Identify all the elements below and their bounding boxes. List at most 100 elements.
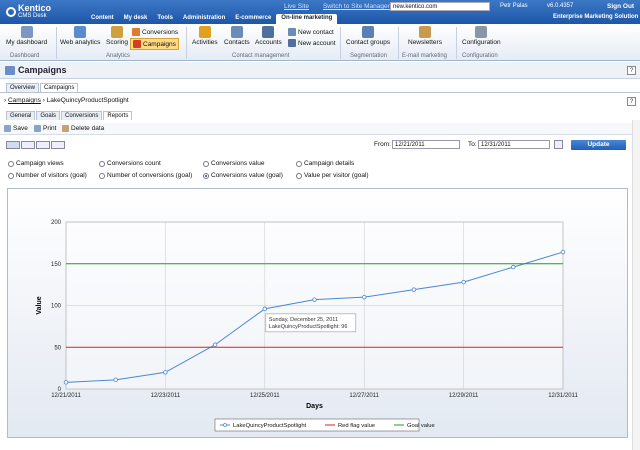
contacts-button[interactable]: Contacts	[224, 26, 250, 46]
newsletters-icon	[418, 26, 431, 38]
version-label: v6.0.4357	[547, 3, 574, 9]
save-button[interactable]: Save	[4, 125, 28, 132]
scoring-icon	[111, 26, 124, 38]
campaigns-button[interactable]: Campaigns	[130, 38, 179, 50]
radio-number-of-conversions[interactable]: Number of conversions (goal)	[99, 172, 192, 179]
delete-data-button[interactable]: Delete data	[62, 125, 104, 132]
web-analytics-button[interactable]: Web analytics	[60, 26, 100, 46]
view-grid-icon[interactable]	[6, 141, 20, 149]
view-list-icon[interactable]	[21, 141, 35, 149]
data-point	[312, 297, 317, 302]
new-account-button[interactable]: New account	[286, 38, 338, 48]
y-tick-label: 200	[51, 220, 62, 226]
activities-button[interactable]: Activities	[192, 26, 218, 46]
delete-icon	[62, 125, 69, 132]
breadcrumb-current: LakeQuincyProductSpotlight	[46, 97, 129, 104]
kentico-logo-icon	[6, 7, 16, 17]
to-date-input[interactable]: 12/31/2011	[478, 140, 550, 149]
x-tick-label: 12/31/2011	[548, 393, 578, 399]
chart-panel: 0 50 100 150 200 12/21/2011 12/23/2011 12/25/20…	[7, 188, 628, 438]
save-icon	[4, 125, 11, 132]
page-header: Campaigns ?	[0, 62, 640, 79]
contact-groups-button[interactable]: Contact groups	[346, 26, 390, 46]
product-label: Enterprise Marketing Solution	[553, 14, 639, 20]
legend-entry: LakeQuincyProductSpotlight	[233, 423, 307, 429]
help-icon[interactable]: ?	[627, 66, 636, 75]
group-label-segmentation: Segmentation	[350, 53, 388, 59]
tab-conversions[interactable]: Conversions	[61, 111, 103, 120]
ribbon: My dashboard Web analytics Scoring Conve…	[0, 24, 640, 61]
x-tick-label: 12/29/2011	[449, 393, 479, 399]
x-tick-label: 12/27/2011	[349, 393, 379, 399]
sign-out-link[interactable]: Sign Out	[607, 3, 634, 10]
tab-overview[interactable]: Overview	[6, 83, 40, 92]
view-tile-icon[interactable]	[51, 141, 65, 149]
new-account-icon	[288, 39, 296, 47]
group-label-email-marketing: E-mail marketing	[402, 53, 448, 59]
tab-reports[interactable]: Reports	[103, 111, 133, 120]
scoring-button[interactable]: Scoring	[106, 26, 128, 46]
data-point	[362, 294, 367, 300]
page-title: Campaigns	[18, 65, 67, 75]
accounts-button[interactable]: Accounts	[255, 26, 282, 46]
radio-conversions-value-goal[interactable]: Conversions value (goal)	[203, 172, 283, 179]
print-icon	[34, 125, 41, 132]
tab-general[interactable]: General	[6, 111, 36, 120]
x-tick-label: 12/25/2011	[250, 393, 280, 399]
data-point	[163, 370, 168, 375]
radio-number-of-visitors[interactable]: Number of visitors (goal)	[8, 172, 87, 179]
tab-campaigns[interactable]: Campaigns	[40, 83, 79, 92]
top-bar: Kentico CMS Desk Live Site Switch to Sit…	[0, 0, 640, 24]
view-switcher	[6, 141, 65, 149]
tab-my-desk[interactable]: My desk	[119, 14, 153, 24]
radio-campaign-details[interactable]: Campaign details	[296, 160, 354, 167]
radio-conversions-value[interactable]: Conversions value	[203, 160, 264, 167]
kentico-logo[interactable]: Kentico CMS Desk	[6, 2, 62, 22]
y-axis-label: Value	[36, 296, 43, 314]
newsletters-button[interactable]: Newsletters	[408, 26, 442, 46]
my-dashboard-button[interactable]: My dashboard	[6, 26, 47, 46]
group-label-analytics: Analytics	[106, 53, 131, 59]
radio-value-per-visitor[interactable]: Value per visitor (goal)	[296, 172, 369, 179]
tab-goals[interactable]: Goals	[36, 111, 61, 120]
tab-tools[interactable]: Tools	[152, 14, 178, 24]
breadcrumb: › Campaigns › LakeQuincyProductSpotlight	[4, 97, 129, 104]
to-label: To:	[468, 141, 477, 148]
breadcrumb-arrow-icon: ›	[4, 97, 7, 104]
configuration-button[interactable]: Configuration	[462, 26, 501, 46]
legend-entry: Red flag value	[338, 423, 375, 429]
new-contact-button[interactable]: New contact	[286, 27, 336, 37]
new-contact-icon	[288, 28, 296, 36]
update-button[interactable]: Update	[571, 140, 626, 150]
conversions-chart: 05010015020012/21/2011 12/23/2011 12/25/20…	[36, 220, 578, 432]
tab-e-commerce[interactable]: E-commerce	[230, 14, 276, 24]
report-toolbar: Save Print Delete data	[0, 123, 640, 135]
user-name[interactable]: Petr Palas	[500, 3, 528, 9]
help-icon-secondary[interactable]: ?	[627, 97, 636, 106]
view-detail-icon[interactable]	[36, 141, 50, 149]
campaigns-icon	[133, 40, 141, 48]
live-site-link[interactable]: Live Site	[284, 3, 309, 10]
data-point	[560, 249, 566, 255]
from-date-input[interactable]: 12/21/2011	[392, 140, 460, 149]
tab-content[interactable]: Content	[86, 14, 119, 24]
calendar-icon[interactable]	[554, 140, 563, 149]
legend-marker	[223, 423, 227, 427]
tab-administration[interactable]: Administration	[178, 14, 230, 24]
switch-site-manager-link[interactable]: Switch to Site Manager	[323, 3, 390, 10]
group-label-contact-management: Contact management	[232, 53, 290, 59]
activities-icon	[198, 26, 211, 38]
from-label: From:	[374, 141, 391, 148]
radio-campaign-views[interactable]: Campaign views	[8, 160, 64, 167]
site-selector[interactable]: new.kentico.com	[390, 2, 490, 11]
tooltip-value: LakeQuincyProductSpotlight: 96	[269, 324, 348, 330]
radio-conversions-count[interactable]: Conversions count	[99, 160, 161, 167]
print-button[interactable]: Print	[34, 125, 56, 132]
scrollbar[interactable]	[632, 120, 640, 450]
y-tick-label: 100	[51, 304, 62, 310]
tab-online-marketing[interactable]: On-line marketing	[276, 14, 338, 24]
breadcrumb-campaigns-link[interactable]: Campaigns	[8, 97, 41, 104]
conversions-button[interactable]: Conversions	[130, 27, 180, 37]
legend-entry: Goal value	[407, 423, 435, 429]
data-point	[113, 377, 118, 383]
